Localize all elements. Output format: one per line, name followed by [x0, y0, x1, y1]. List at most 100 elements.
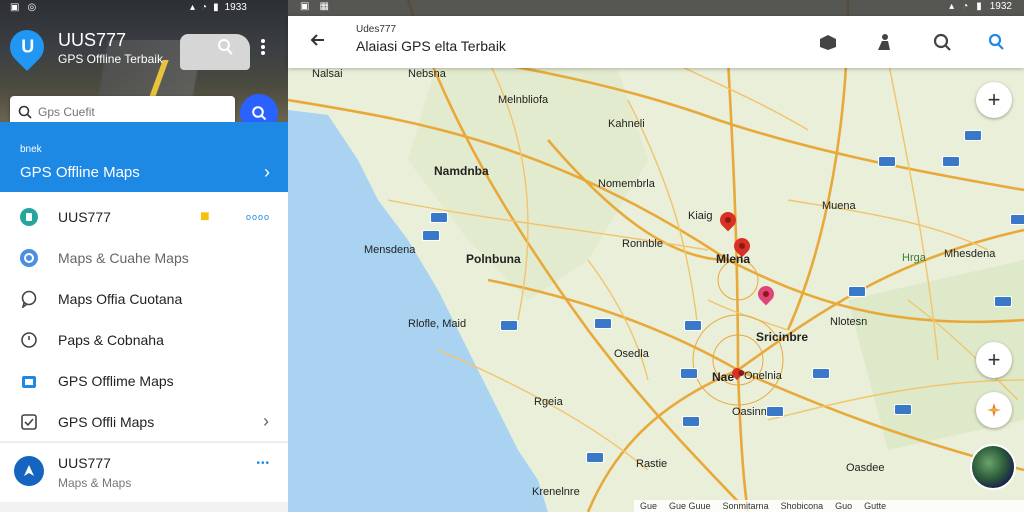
- navigation-drawer: ▣ ◎ ▴ ◔ ▮ 1933 U UUS777 GPS Offline Terb…: [0, 0, 288, 512]
- search-map-button[interactable]: [930, 30, 954, 54]
- sync-icon: [18, 247, 40, 269]
- account-subtitle: Maps & Maps: [58, 476, 132, 490]
- app-notification-icon: ▦: [319, 1, 329, 12]
- chevron-right-icon: ›: [263, 411, 270, 431]
- road-number-shield: [848, 286, 866, 297]
- status-icons-right: ▴ ◔ ▮ 1932: [949, 1, 1012, 12]
- app-logo-icon: U: [2, 22, 52, 72]
- menu-item-maps-cache[interactable]: Maps & Cuahe Maps: [0, 237, 288, 278]
- map-label: Krenelnre: [532, 486, 580, 498]
- checkbox-icon: [18, 411, 40, 433]
- road-number-shield: [878, 156, 896, 167]
- map-label: Onelnia: [744, 370, 782, 382]
- app-subtitle: GPS Offline Terbaik: [58, 52, 163, 66]
- compass-icon: [14, 456, 44, 486]
- map-label: Osedla: [614, 348, 649, 360]
- compass-icon: [987, 403, 1001, 417]
- map-label: Mhesdena: [944, 248, 996, 260]
- account-button[interactable]: [984, 30, 1008, 54]
- map-label: Polnbuna: [466, 252, 521, 266]
- road-number-shield: [682, 416, 700, 427]
- layers-button[interactable]: [816, 30, 840, 54]
- layers-icon: [820, 35, 836, 50]
- menu-item-label: Maps Offia Cuotana: [58, 290, 183, 307]
- search-icon: [18, 105, 32, 119]
- road-number-shield: [680, 368, 698, 379]
- clock-icon: [18, 329, 40, 351]
- road-number-shield: [422, 230, 440, 241]
- map-label: Rastie: [636, 458, 668, 470]
- menu-item-paps[interactable]: Paps & Cobnaha: [0, 319, 288, 360]
- zoom-in-button-2[interactable]: +: [976, 342, 1012, 378]
- map-label: Rgeia: [534, 396, 563, 408]
- map-label: Oasdee: [846, 462, 885, 474]
- topbar-title: Alaiasi GPS elta Terbaik: [356, 38, 506, 54]
- menu-item-gps-offline[interactable]: GPS Offlime Maps: [0, 360, 288, 401]
- attribution-item: Shobicona: [780, 501, 824, 511]
- menu-item-uus777[interactable]: UUS777 ■ oooo: [0, 196, 288, 237]
- road-number-shield: [894, 404, 912, 415]
- compass-button[interactable]: [976, 392, 1012, 428]
- menu-item-label: UUS777: [58, 208, 111, 225]
- status-icons-left: ▣ ▦: [300, 1, 329, 12]
- menu-item-maps-offline[interactable]: Maps Offia Cuotana: [0, 278, 288, 319]
- promo-small-label: bnek: [20, 144, 42, 155]
- account-item[interactable]: UUS777 Maps & Maps •••: [0, 446, 288, 502]
- back-button[interactable]: [308, 30, 328, 56]
- satellite-layer-button[interactable]: [970, 444, 1016, 490]
- map-label: Melnbliofa: [498, 94, 549, 106]
- menu-item-label: Paps & Cobnaha: [58, 331, 164, 348]
- map-label: Sricinbre: [756, 330, 809, 344]
- road-number-shield: [812, 368, 830, 379]
- plus-icon: +: [987, 347, 1001, 372]
- road-number-shield: [766, 406, 784, 417]
- chevron-right-icon: ›: [264, 162, 270, 182]
- person-button[interactable]: [872, 30, 896, 54]
- more-options-button[interactable]: [252, 36, 274, 58]
- search-icon: [933, 33, 951, 51]
- account-name: UUS777: [58, 455, 111, 471]
- road-number-shield: [586, 452, 604, 463]
- notification-icon: ▣: [10, 1, 20, 13]
- map-label: Nlotesn: [830, 316, 868, 328]
- map-top-bar: Udes777 Alaiasi GPS elta Terbaik: [288, 16, 1024, 68]
- bag-icon: [18, 370, 40, 392]
- drawer-menu: UUS777 ■ oooo Maps & Cuahe Maps Maps Off…: [0, 196, 288, 442]
- map-mode-button[interactable]: [214, 36, 236, 58]
- person-pin-icon: [878, 34, 890, 50]
- road-number-shield: [500, 320, 518, 331]
- plus-icon: +: [987, 87, 1001, 112]
- status-icons-left: ▣ ◎: [10, 0, 36, 14]
- drawer-footer: [0, 502, 288, 512]
- app-name: UUS777: [58, 30, 127, 50]
- map-label: Muena: [822, 200, 856, 212]
- map-label: Hrga: [902, 252, 926, 264]
- user-icon: [988, 33, 1004, 50]
- pin-search-icon: [218, 39, 233, 55]
- road-number-shield: [594, 318, 612, 329]
- zoom-in-button[interactable]: +: [976, 82, 1012, 118]
- map-label: Namdnba: [434, 164, 489, 178]
- attribution-item: Guo: [835, 501, 853, 511]
- topbar-small-label: Udes777: [356, 24, 397, 35]
- app-notification-icon: ◎: [27, 1, 37, 13]
- map-view[interactable]: Nalsai Nebsna Melnbliofa Kahneli Namdnba…: [288, 0, 1024, 512]
- map-label: Kiaig: [688, 210, 713, 222]
- divider: [0, 441, 288, 443]
- battery-icon: ▮: [976, 1, 982, 12]
- menu-item-label: GPS Offlime Maps: [58, 372, 174, 389]
- status-icons-right-left: ▴ ◔ ▮ 1933: [190, 0, 247, 14]
- battery-icon: ▮: [213, 1, 219, 13]
- search-input[interactable]: [38, 105, 188, 119]
- map-attribution: Gue Gue Guue Sonmitarna Shobicona Guo Gu…: [634, 500, 1024, 512]
- badge-icon: ■: [200, 207, 210, 225]
- android-icon: [18, 206, 40, 228]
- menu-item-gps-offli[interactable]: GPS Offli Maps ›: [0, 401, 288, 442]
- menu-item-label: Maps & Cuahe Maps: [58, 249, 189, 266]
- chat-bubble-icon: [18, 288, 40, 310]
- promo-banner[interactable]: bnek GPS Offline Maps ›: [0, 122, 288, 192]
- kebab-menu-icon: [261, 39, 265, 55]
- road-number-shield: [964, 130, 982, 141]
- signal-icon: ▴: [190, 1, 196, 13]
- account-more-dots[interactable]: •••: [256, 458, 270, 469]
